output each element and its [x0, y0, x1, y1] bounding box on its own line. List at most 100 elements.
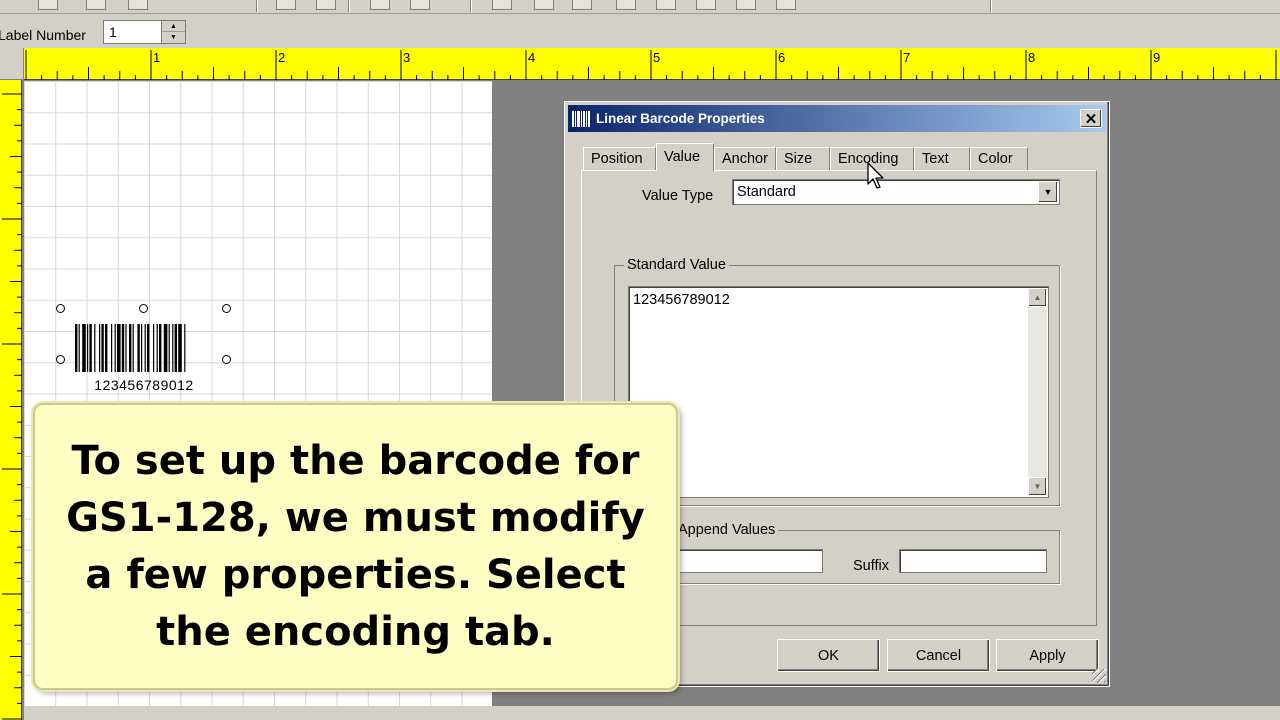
barcode-bar — [147, 324, 150, 372]
resize-handle[interactable] — [222, 355, 231, 364]
barcode-bar — [125, 324, 127, 372]
toolbar-button[interactable] — [572, 0, 592, 10]
stepper-up-icon[interactable]: ▲ — [162, 21, 185, 32]
apply-button[interactable]: Apply — [996, 639, 1099, 672]
toolbar-button[interactable] — [492, 0, 512, 10]
barcode-bar — [129, 324, 132, 372]
toolbar-separator — [256, 0, 258, 12]
ruler-number: 7 — [903, 50, 910, 65]
barcode-bar — [121, 324, 125, 372]
toolbar-button[interactable] — [276, 0, 296, 10]
ruler-number: 3 — [403, 50, 410, 65]
toolbar-button[interactable] — [656, 0, 676, 10]
barcode-bar — [105, 324, 108, 372]
append-values-legend: Append Values — [675, 522, 779, 538]
resize-handle[interactable] — [222, 304, 231, 313]
tab-color[interactable]: Color — [970, 147, 1028, 170]
label-number-stepper[interactable]: 1 ▲ ▼ — [103, 20, 186, 44]
toolbar-button[interactable] — [316, 0, 336, 10]
label-number-bar: Label Number 1 ▲ ▼ — [0, 14, 1280, 48]
barcode-bar — [137, 324, 140, 372]
resize-handle[interactable] — [56, 304, 65, 313]
resize-handle[interactable] — [56, 355, 65, 364]
ruler-number: 1 — [153, 50, 160, 65]
cancel-button[interactable]: Cancel — [887, 639, 990, 672]
barcode-bar — [153, 324, 155, 372]
scroll-down-icon[interactable]: ▼ — [1028, 477, 1047, 496]
prefix-input[interactable] — [665, 549, 823, 573]
standard-value-textarea[interactable]: 123456789012 ▲ ▼ — [628, 286, 1049, 498]
standard-value-text[interactable]: 123456789012 — [633, 292, 730, 308]
toolbar-button[interactable] — [736, 0, 756, 10]
barcode-bar — [99, 324, 101, 372]
barcode-bar — [89, 324, 92, 372]
barcode-bar — [82, 324, 86, 372]
barcode-bar — [87, 324, 89, 372]
stepper-down-icon[interactable]: ▼ — [162, 32, 185, 43]
suffix-label: Suffix — [853, 558, 890, 574]
value-type-label: Value Type — [642, 188, 714, 204]
ok-button[interactable]: OK — [777, 639, 880, 672]
toolbar-separator — [348, 0, 350, 12]
ruler-number: 8 — [1028, 50, 1035, 65]
stepper-buttons: ▲ ▼ — [161, 20, 186, 44]
barcode-bar — [174, 324, 177, 372]
resize-grip-icon[interactable] — [1092, 669, 1106, 683]
value-type-selected: Standard — [737, 184, 796, 200]
tab-size[interactable]: Size — [776, 147, 830, 170]
ruler-number: 5 — [653, 50, 660, 65]
close-icon[interactable]: ✕ — [1080, 109, 1102, 128]
barcode-bar — [163, 324, 168, 372]
label-number-value[interactable]: 1 — [109, 24, 117, 40]
barcode-bar — [168, 324, 170, 372]
tab-anchor[interactable]: Anchor — [714, 147, 776, 170]
dialog-title: Linear Barcode Properties — [596, 111, 765, 126]
vertical-ruler-ticks — [2, 93, 22, 720]
barcode-icon — [572, 110, 590, 128]
toolbar-button[interactable] — [38, 0, 58, 10]
barcode-bar — [114, 324, 116, 372]
resize-handle[interactable] — [139, 304, 148, 313]
tutorial-caption: To set up the barcode for GS1-128, we mu… — [33, 403, 678, 690]
barcode-bar — [101, 324, 104, 372]
vertical-ruler — [0, 80, 22, 720]
barcode-bar — [156, 324, 158, 372]
toolbar-button[interactable] — [616, 0, 636, 10]
barcode-bars — [75, 324, 186, 372]
toolbar-button[interactable] — [410, 0, 430, 10]
standard-value-legend: Standard Value — [624, 257, 729, 273]
toolbar-button[interactable] — [86, 0, 106, 10]
chevron-down-icon[interactable]: ▼ — [1038, 181, 1058, 203]
label-number-label: Label Number — [0, 27, 86, 43]
barcode-bar — [141, 324, 143, 372]
toolbar-button[interactable] — [696, 0, 716, 10]
toolbar-button[interactable] — [776, 0, 796, 10]
bottom-scroll-strip — [24, 706, 1280, 720]
barcode-bar — [178, 324, 182, 372]
barcode-bar — [132, 324, 134, 372]
textarea-scrollbar[interactable]: ▲ ▼ — [1028, 288, 1047, 496]
barcode-bar — [78, 324, 80, 372]
tab-text[interactable]: Text — [914, 147, 970, 170]
suffix-input[interactable] — [899, 549, 1047, 573]
tab-value[interactable]: Value — [656, 143, 714, 171]
value-type-select[interactable]: Standard ▼ — [732, 179, 1060, 205]
tab-position[interactable]: Position — [583, 147, 656, 170]
toolbar-button[interactable] — [534, 0, 554, 10]
barcode-bar — [117, 324, 121, 372]
horizontal-ruler: 1 2 3 4 5 6 7 8 9 — [0, 48, 1280, 80]
barcode-bar — [159, 324, 162, 372]
horizontal-ruler-ticks: 1 2 3 4 5 6 7 8 9 — [25, 50, 1277, 80]
toolbar-separator — [990, 0, 992, 12]
barcode-bar — [94, 324, 96, 372]
ruler-number: 2 — [278, 50, 285, 65]
toolbar-button[interactable] — [370, 0, 390, 10]
ruler-number: 4 — [528, 50, 535, 65]
dialog-title-bar[interactable]: Linear Barcode Properties ✕ — [568, 105, 1106, 132]
main-toolbar — [0, 0, 1280, 14]
barcode-bar — [75, 324, 78, 372]
barcode-object[interactable]: 123456789012 — [56, 304, 231, 396]
barcode-bar — [184, 324, 186, 372]
scroll-up-icon[interactable]: ▲ — [1028, 288, 1047, 307]
toolbar-button[interactable] — [128, 0, 148, 10]
